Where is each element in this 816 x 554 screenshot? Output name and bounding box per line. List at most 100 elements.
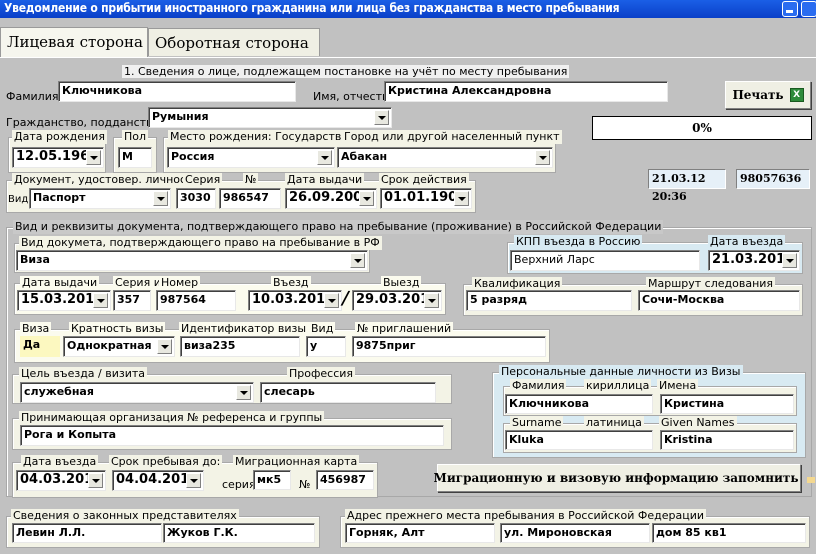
visa-flag-input[interactable]: Да	[20, 336, 60, 357]
chevron-down-icon[interactable]	[324, 293, 339, 308]
id-valid-until-picker[interactable]: 01.01.1901	[380, 188, 472, 209]
cyr-surname-label: Фамилия	[510, 379, 567, 393]
id-type-select[interactable]: Паспорт	[29, 188, 171, 209]
visa-id-input[interactable]: виза235	[180, 336, 300, 357]
id-type-value: Паспорт	[33, 191, 86, 204]
progress-text: 0%	[692, 121, 712, 135]
name-input[interactable]: Кристина Александровна	[384, 81, 668, 102]
progress-bar: 0%	[592, 116, 812, 140]
chevron-down-icon[interactable]	[535, 150, 550, 165]
lat-surname-input[interactable]: Kluka	[505, 430, 653, 450]
chevron-down-icon[interactable]	[157, 339, 172, 354]
visa-entry-value: 10.03.2012	[252, 292, 335, 307]
minimize-button[interactable]	[782, 1, 798, 17]
birth-city-select[interactable]: Абакан	[337, 147, 553, 168]
prev-address-region-input[interactable]: Горняк, Алт	[345, 523, 495, 543]
route-input[interactable]: Сочи-Москва	[638, 290, 800, 311]
chevron-down-icon[interactable]	[317, 150, 332, 165]
entry-date-label: Дата въезда	[708, 235, 786, 249]
cyr-names-label: Имена	[657, 379, 699, 393]
visa-issue-date-picker[interactable]: 15.03.2012	[17, 290, 111, 311]
lat-names-input[interactable]: Kristina	[660, 430, 794, 450]
chevron-down-icon[interactable]	[359, 191, 374, 206]
cyr-surname-input[interactable]: Ключникова	[505, 394, 653, 414]
birth-country-label: Место рождения: Государство	[168, 130, 351, 144]
prev-address-street-input[interactable]: ул. Мироновская	[500, 523, 650, 543]
save-migration-info-button[interactable]: Миграционную и визовую информацию запомн…	[434, 464, 816, 492]
doc-type-label: Вид докумета, подтверждающего право на п…	[19, 236, 382, 250]
chevron-down-icon[interactable]	[93, 293, 108, 308]
multiplicity-value: Однократная	[67, 339, 152, 352]
visa-kind-input[interactable]: у	[306, 336, 346, 357]
mc-number-input[interactable]: 456987	[316, 470, 374, 490]
stay-until-picker[interactable]: 04.04.2012	[112, 470, 204, 491]
visa-id-label: Идентификатор визы ID	[179, 322, 324, 336]
sex-input[interactable]: М	[118, 147, 152, 168]
citizenship-value: Румыния	[152, 110, 209, 123]
chevron-down-icon[interactable]	[186, 473, 201, 488]
migration-card-label: Миграционная карта	[233, 455, 360, 469]
chevron-down-icon[interactable]	[374, 110, 389, 125]
multiplicity-select[interactable]: Однократная	[63, 336, 175, 357]
chevron-down-icon[interactable]	[424, 293, 439, 308]
profession-input[interactable]: слесарь	[260, 382, 436, 403]
id-number-input[interactable]: 986547	[219, 188, 281, 209]
representative-1-input[interactable]: Левин Л.Л.	[12, 523, 162, 543]
mc-number-label: №	[299, 478, 311, 491]
birth-country-value: Россия	[171, 150, 215, 163]
chevron-down-icon[interactable]	[454, 191, 469, 206]
visa-entry-label: Въезд	[271, 276, 311, 290]
visa-entry-picker[interactable]: 10.03.2012	[248, 290, 342, 311]
window-title: Уведомление о прибытии иностранного граж…	[0, 0, 816, 18]
minimize-icon	[786, 10, 793, 13]
id-issue-date-label: Дата выдачи	[285, 173, 365, 187]
purpose-label: Цель въезда / визита	[19, 367, 148, 381]
mc-series-input[interactable]: мк5	[253, 470, 291, 490]
representatives-label: Сведения о законных представителях	[11, 509, 239, 523]
visa-exit-label: Выезд	[381, 276, 422, 290]
arrival-date-picker[interactable]: 04.03.2012	[16, 470, 106, 491]
purpose-select[interactable]: служебная	[20, 382, 254, 403]
invitation-input[interactable]: 9875приг	[352, 336, 546, 357]
tab-back-side[interactable]: Оборотная сторона	[148, 28, 320, 56]
maximize-button[interactable]	[801, 1, 816, 17]
doc-type-value: Виза	[20, 253, 50, 266]
name-label: Имя, отчество	[313, 90, 396, 103]
print-button[interactable]: Печать X	[725, 81, 811, 109]
chevron-down-icon[interactable]	[236, 385, 251, 400]
visa-number-input[interactable]: 987564	[156, 290, 236, 311]
chevron-down-icon[interactable]	[153, 191, 168, 206]
doc-type-select[interactable]: Виза	[16, 250, 368, 271]
cyrillic-label: кириллица	[584, 379, 652, 393]
prev-address-house-input[interactable]: дом 85 кв1	[652, 523, 806, 543]
chevron-down-icon[interactable]	[782, 253, 797, 268]
sex-label: Пол	[122, 130, 149, 144]
visa-issue-date-label: Дата выдачи	[20, 276, 100, 290]
chevron-down-icon[interactable]	[350, 253, 365, 268]
visa-exit-picker[interactable]: 29.03.2012	[352, 290, 442, 311]
birth-country-select[interactable]: Россия	[167, 147, 335, 168]
checkpoint-input[interactable]: Верхний Ларс	[510, 250, 700, 271]
chevron-down-icon[interactable]	[88, 473, 103, 488]
citizenship-select[interactable]: Румыния	[148, 107, 392, 128]
surname-input[interactable]: Ключникова	[58, 81, 296, 102]
id-issue-date-picker[interactable]: 26.09.2002	[285, 188, 377, 209]
tab-front-side[interactable]: Лицевая сторона	[0, 27, 148, 57]
arrival-date-label: Дата въезда	[21, 455, 99, 469]
timestamp-display: 21.03.12 20:36	[648, 169, 726, 203]
cyr-names-input[interactable]: Кристина	[660, 394, 794, 414]
lat-surname-label: Surname	[510, 416, 564, 430]
visa-series-input[interactable]: 357	[113, 290, 151, 311]
id-series-label: Серия	[183, 173, 223, 187]
representative-2-input[interactable]: Жуков Г.К.	[163, 523, 315, 543]
birthdate-picker[interactable]: 12.05.1968	[12, 147, 104, 168]
mc-series-label: серия	[222, 478, 256, 491]
entry-date-picker[interactable]: 21.03.2012	[708, 250, 800, 271]
id-type-label: Вид	[8, 194, 29, 205]
multiplicity-label: Кратность визы	[69, 322, 166, 336]
host-org-input[interactable]: Рога и Копыта	[20, 425, 444, 446]
id-series-input[interactable]: 3030	[176, 188, 216, 209]
chevron-down-icon[interactable]	[86, 150, 101, 165]
qualification-input[interactable]: 5 разряд	[466, 290, 632, 311]
latin-label: латиница	[584, 416, 644, 430]
